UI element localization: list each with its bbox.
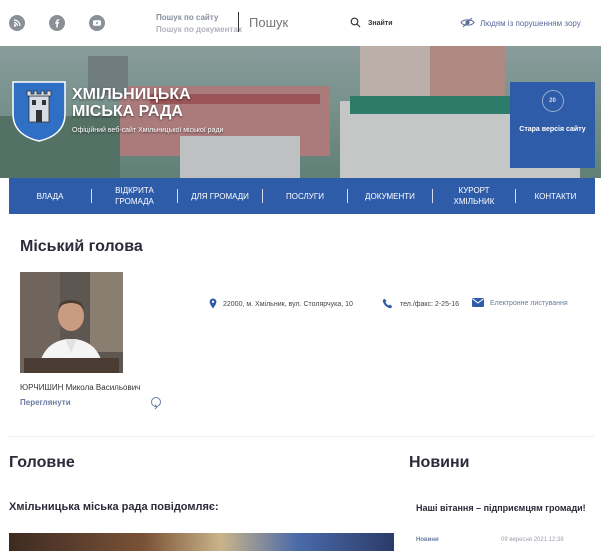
rss-icon[interactable] [9,15,25,31]
news-item-date: 09 вересня 2021 12:38 [501,537,564,543]
mayor-name: ЮРЧИШИН Микола Васильович [20,383,141,392]
arrow-right-icon[interactable] [151,397,161,410]
top-bar: Пошук по сайту Пошук по документах Знайт… [0,0,601,46]
nav-item-resort[interactable]: Курорт Хмільник [433,185,515,207]
mayor-phone-text: тел./факс: 2-25-16 [400,301,460,308]
location-icon [209,298,217,311]
section-divider [8,436,594,437]
search-tabs: Пошук по сайту Пошук по документах [156,12,242,36]
search-button-label: Знайти [368,20,393,27]
mail-icon [472,298,484,309]
accessibility-link[interactable]: Людям із порушенням зору [460,17,581,30]
nav-item-contacts[interactable]: Контакти [516,191,595,202]
news-heading: Новини [409,454,470,471]
youtube-icon[interactable] [89,15,105,31]
mayor-address: 22000, м. Хмільник, вул. Столярчука, 10 [209,298,353,311]
news-item-category[interactable]: Новини [416,537,439,543]
old-version-label: Стара версія сайту [519,126,586,133]
mayor-address-text: 22000, м. Хмільник, вул. Столярчука, 10 [223,301,353,308]
site-title-line2: МІСЬКА РАДА [72,103,183,120]
mayor-phone: тел./факс: 2-25-16 [382,298,459,311]
facebook-icon[interactable] [49,15,65,31]
nav-item-documents[interactable]: Документи [348,191,432,202]
mayor-photo[interactable] [20,272,123,373]
site-subtitle: Офіційний веб-сайт Хмільницької міської … [72,127,224,134]
accessibility-label: Людям із порушенням зору [480,19,581,28]
mayor-heading: Міський голова [20,238,143,255]
phone-icon [382,298,394,311]
nav-item-for-community[interactable]: Для громади [178,191,262,202]
old-version-icon: 20 [541,90,564,112]
mayor-email-link[interactable]: Електронне листування [472,298,568,309]
mayor-email-text: Електронне листування [490,300,568,307]
old-version-button[interactable]: 20 Стара версія сайту [510,82,595,168]
tab-search-docs[interactable]: Пошук по документах [156,24,242,36]
city-coat-of-arms[interactable] [11,80,67,147]
news-item-title[interactable]: Наші вітання – підприємцям громади! [416,502,586,515]
site-title-line1: ХМІЛЬНИЦЬКА [72,86,191,103]
main-announcement-title[interactable]: Хмільницька міська рада повідомляє: [9,501,219,513]
mayor-view-link[interactable]: Переглянути [20,398,71,407]
hero-banner: ХМІЛЬНИЦЬКА МІСЬКА РАДА Офіційний веб-са… [0,46,601,178]
site-title[interactable]: ХМІЛЬНИЦЬКА МІСЬКА РАДА [72,86,191,120]
search-input[interactable] [238,12,338,32]
main-announcement-image[interactable] [9,533,394,551]
main-heading: Головне [9,454,75,471]
nav-item-open-community[interactable]: Відкрита громада [92,185,177,207]
eye-icon [460,17,475,30]
search-icon [350,17,361,30]
tab-search-site[interactable]: Пошук по сайту [156,12,242,24]
nav-item-services[interactable]: Послуги [263,191,347,202]
search-button[interactable]: Знайти [350,17,393,30]
main-nav: Влада Відкрита громада Для громади Послу… [9,178,595,214]
nav-item-vlada[interactable]: Влада [9,191,91,202]
